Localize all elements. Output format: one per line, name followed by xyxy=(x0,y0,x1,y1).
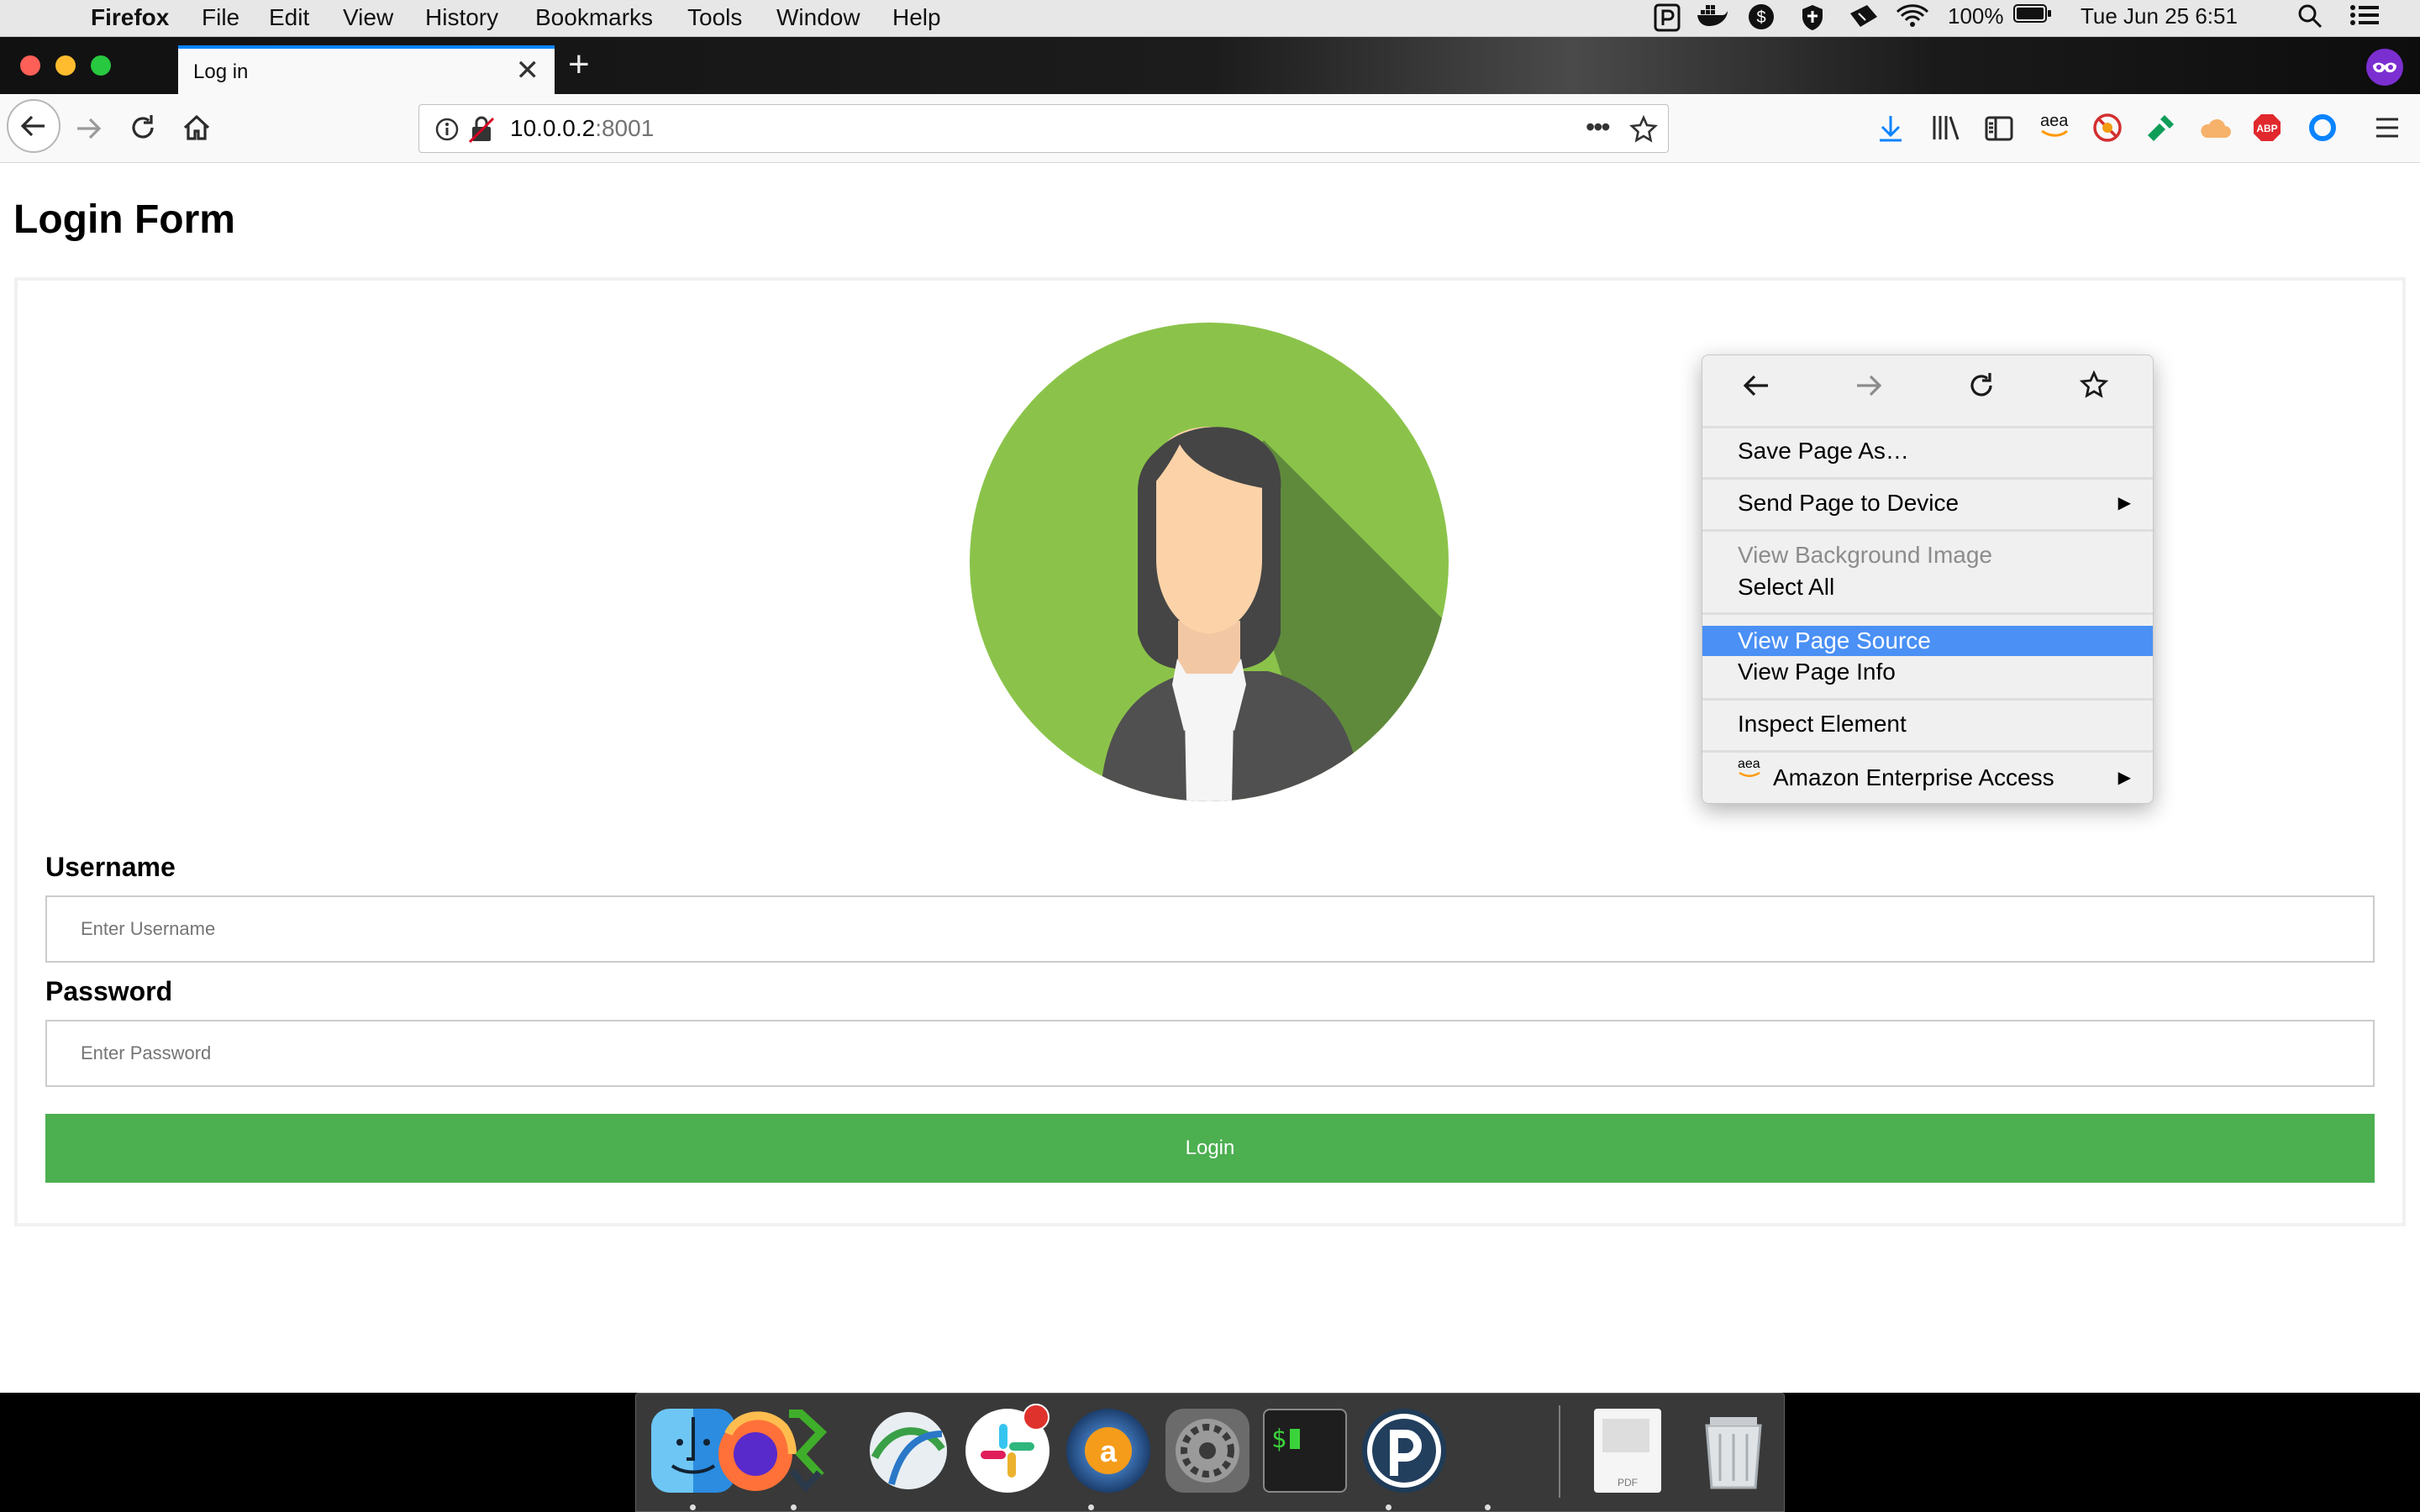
app-menu-firefox[interactable]: Firefox xyxy=(91,4,169,31)
back-button[interactable] xyxy=(7,99,60,153)
dock-system-preferences-icon[interactable] xyxy=(1165,1409,1249,1493)
menu-file[interactable]: File xyxy=(202,4,239,31)
library-icon[interactable] xyxy=(1931,114,1960,145)
tab-close-icon[interactable]: ✕ xyxy=(516,54,540,87)
dock-separator xyxy=(1559,1405,1560,1498)
url-bar[interactable]: 10.0.0.2:8001 ••• xyxy=(418,104,1669,153)
running-indicator xyxy=(1485,1504,1491,1510)
sidebar-icon[interactable] xyxy=(1985,116,2013,145)
home-button[interactable] xyxy=(182,113,212,150)
zoom-window-button[interactable] xyxy=(91,55,111,76)
svg-text:PDF: PDF xyxy=(1618,1477,1638,1488)
url-text[interactable]: 10.0.0.2:8001 xyxy=(510,115,654,142)
dock-pdf-document-icon[interactable]: PDF xyxy=(1594,1409,1661,1493)
blocked-icon[interactable] xyxy=(2092,113,2123,147)
bookmark-star-icon[interactable] xyxy=(1629,114,1658,148)
aea-icon[interactable]: aea xyxy=(2040,113,2069,138)
dock-trash-icon[interactable] xyxy=(1691,1409,1776,1493)
menu-item-inspect-element[interactable]: Inspect Element xyxy=(1702,709,2153,739)
close-window-button[interactable] xyxy=(20,55,40,76)
login-button[interactable]: Login xyxy=(45,1114,2375,1183)
dropper-icon[interactable] xyxy=(2146,113,2176,147)
svg-text:$: $ xyxy=(1271,1425,1286,1454)
dock-amazon-assistant-icon[interactable]: a xyxy=(1066,1409,1150,1493)
menu-item-amazon-enterprise-access[interactable]: aea Amazon Enterprise Access ▶ xyxy=(1702,758,2153,793)
site-info-icon[interactable] xyxy=(434,117,460,146)
dock-pocket-casts-icon[interactable] xyxy=(1362,1409,1446,1493)
cloud-icon[interactable] xyxy=(2198,114,2232,145)
wifi-icon[interactable] xyxy=(1896,3,1929,34)
shield-tray-icon[interactable] xyxy=(1800,3,1825,38)
tab-log-in[interactable]: Log in ✕ xyxy=(178,45,555,94)
context-back-icon[interactable] xyxy=(1741,370,1771,409)
submenu-arrow-icon: ▶ xyxy=(2118,494,2131,512)
menu-bookmarks[interactable]: Bookmarks xyxy=(535,4,653,31)
dock: a $ PDF xyxy=(635,1393,1785,1512)
menu-item-select-all[interactable]: Select All xyxy=(1702,572,2153,602)
dock-anyconnect-icon[interactable] xyxy=(866,1409,950,1493)
ticket-tray-icon[interactable] xyxy=(1849,3,1879,34)
menu-tools[interactable]: Tools xyxy=(687,4,742,31)
minimize-window-button[interactable] xyxy=(55,55,76,76)
abp-icon[interactable]: ABP xyxy=(2252,113,2282,147)
download-icon[interactable] xyxy=(1877,114,1904,147)
circle-icon[interactable] xyxy=(2307,113,2338,147)
menu-item-view-page-source[interactable]: View Page Source xyxy=(1702,626,2153,656)
context-menu: Save Page As… Send Page to Device ▶ View … xyxy=(1702,354,2154,804)
menu-edit[interactable]: Edit xyxy=(269,4,309,31)
password-label: Password xyxy=(45,976,173,1006)
menu-help[interactable]: Help xyxy=(892,4,941,31)
battery-percent: 100% xyxy=(1948,3,2004,29)
battery-icon[interactable] xyxy=(2013,3,2052,29)
running-indicator xyxy=(1088,1504,1094,1510)
svg-text:a: a xyxy=(1100,1434,1118,1468)
dollar-tray-icon[interactable]: $ xyxy=(1748,3,1775,36)
new-tab-icon[interactable]: + xyxy=(568,44,590,86)
pasteboard-tray-icon[interactable] xyxy=(1654,3,1681,38)
menu-item-save-page-as[interactable]: Save Page As… xyxy=(1702,436,2153,466)
context-forward-icon[interactable] xyxy=(1854,370,1884,409)
username-label: Username xyxy=(45,852,176,882)
password-input[interactable] xyxy=(45,1020,2375,1087)
svg-text:$: $ xyxy=(1756,8,1765,27)
svg-text:ABP: ABP xyxy=(2256,123,2277,134)
submenu-arrow-icon: ▶ xyxy=(2118,769,2131,787)
menu-history[interactable]: History xyxy=(425,4,498,31)
username-input[interactable] xyxy=(45,895,2375,963)
context-reload-icon[interactable] xyxy=(1966,370,1996,409)
page-actions-icon[interactable]: ••• xyxy=(1586,112,1611,143)
menu-item-send-page-to-device[interactable]: Send Page to Device ▶ xyxy=(1702,488,2153,518)
forward-button[interactable] xyxy=(74,114,103,150)
page-title: Login Form xyxy=(13,197,235,242)
docker-tray-icon[interactable] xyxy=(1696,3,1729,34)
context-bookmark-icon[interactable] xyxy=(2079,370,2109,409)
reload-button[interactable] xyxy=(128,113,158,150)
tab-title: Log in xyxy=(193,60,249,83)
avatar-image xyxy=(970,323,1449,806)
notification-center-icon[interactable] xyxy=(2349,3,2380,33)
private-browsing-icon xyxy=(2366,49,2403,90)
running-indicator xyxy=(690,1504,696,1510)
running-indicator xyxy=(791,1504,797,1510)
aea-menu-icon: aea xyxy=(1738,758,1761,778)
running-indicator xyxy=(1386,1504,1392,1510)
dock-slack-icon[interactable] xyxy=(965,1404,1050,1493)
menu-view[interactable]: View xyxy=(343,4,393,31)
menu-item-view-page-info[interactable]: View Page Info xyxy=(1702,657,2153,687)
spotlight-icon[interactable] xyxy=(2297,3,2323,34)
slack-badge xyxy=(1023,1404,1050,1431)
insecure-lock-icon[interactable] xyxy=(468,115,495,148)
clock[interactable]: Tue Jun 25 6:51 xyxy=(2081,3,2238,29)
menu-icon[interactable] xyxy=(2375,116,2400,144)
menu-item-view-background-image: View Background Image xyxy=(1738,542,1992,568)
dock-terminal-icon[interactable]: $ xyxy=(1263,1409,1347,1493)
menu-window[interactable]: Window xyxy=(776,4,860,31)
dock-sourcetree-icon[interactable] xyxy=(764,1409,848,1494)
macos-menu-bar: Firefox File Edit View History Bookmarks… xyxy=(0,0,2420,37)
